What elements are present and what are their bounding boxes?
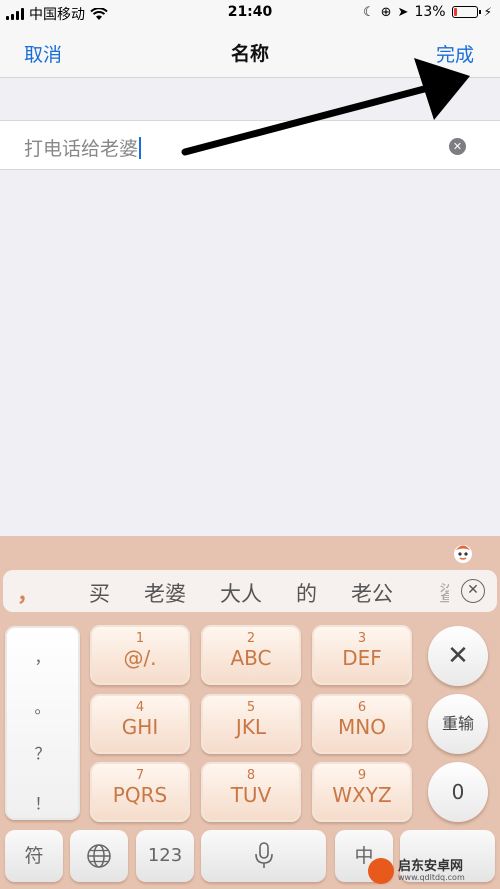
text-cursor	[139, 137, 142, 159]
microphone-icon	[254, 842, 273, 868]
delete-button[interactable]: ✕	[428, 626, 488, 686]
status-bar: 中国移动 21:40 ☾ ⊕ ➤ 13% ⚡	[0, 0, 500, 26]
key-number: 2	[246, 631, 256, 646]
key-4[interactable]: 4 GHI	[90, 694, 190, 754]
candidate-word[interactable]: 大人	[220, 578, 262, 608]
punct-comma[interactable]: ，	[7, 644, 78, 668]
key-1[interactable]: 1 @/.	[90, 625, 190, 685]
key-letters: PQRS	[112, 783, 168, 807]
clear-text-icon[interactable]: ✕	[449, 138, 466, 155]
zero-key[interactable]: 0	[428, 762, 488, 822]
candidate-word[interactable]: 买	[89, 578, 110, 608]
navigation-bar: 取消 名称 完成	[0, 26, 500, 78]
punctuation-column[interactable]: ， 。 ？ ！	[5, 626, 80, 820]
key-letters: TUV	[230, 783, 272, 807]
watermark-logo-icon	[368, 858, 394, 884]
key-number: 1	[135, 631, 145, 646]
candidate-comma[interactable]: ，	[17, 576, 39, 608]
globe-key[interactable]	[70, 830, 128, 882]
key-letters: JKL	[235, 715, 267, 739]
done-button[interactable]: 完成	[436, 40, 474, 67]
globe-icon	[87, 844, 111, 868]
key-9[interactable]: 9 WXYZ	[312, 762, 412, 822]
page-title: 名称	[230, 43, 269, 65]
key-number: 7	[135, 768, 145, 783]
key-number: 5	[246, 700, 256, 715]
charging-icon: ⚡	[483, 5, 492, 19]
key-number: 6	[357, 700, 367, 715]
key-number: 3	[357, 631, 367, 646]
key-letters: MNO	[338, 715, 386, 739]
watermark-url: www.qdltdq.com	[398, 873, 465, 882]
battery-percent: 13%	[414, 4, 446, 20]
key-6[interactable]: 6 MNO	[312, 694, 412, 754]
punct-exclamation[interactable]: ！	[7, 790, 78, 814]
key-letters: DEF	[342, 646, 382, 670]
orientation-lock-icon: ⊕	[380, 4, 392, 20]
candidate-word[interactable]: 老婆	[144, 578, 186, 608]
name-input-value: 打电话给老婆	[24, 138, 139, 160]
punct-period[interactable]: 。	[7, 694, 78, 718]
key-2[interactable]: 2 ABC	[201, 625, 301, 685]
candidate-word-partial[interactable]: 鲨	[439, 578, 449, 608]
location-icon: ➤	[397, 4, 409, 20]
close-candidates-icon[interactable]: ✕	[461, 579, 485, 603]
numbers-key[interactable]: 123	[136, 830, 194, 882]
key-5[interactable]: 5 JKL	[201, 694, 301, 754]
battery-icon	[451, 6, 481, 18]
key-3[interactable]: 3 DEF	[312, 625, 412, 685]
candidate-bar: ， 买 老婆 大人 的 老公 鲨 ✕	[3, 570, 497, 612]
key-letters: WXYZ	[332, 783, 392, 807]
cancel-button[interactable]: 取消	[24, 40, 62, 67]
watermark: 启东安卓网 www.qdltdq.com	[368, 858, 465, 884]
punct-question[interactable]: ？	[7, 740, 78, 764]
battery-fill	[453, 8, 457, 16]
symbol-key[interactable]: 符	[5, 830, 63, 882]
key-8[interactable]: 8 TUV	[201, 762, 301, 822]
watermark-name: 启东安卓网	[398, 859, 464, 874]
candidate-word[interactable]: 的	[296, 578, 317, 608]
keyboard-mascot-icon[interactable]	[452, 542, 474, 564]
retype-button[interactable]: 重输	[428, 694, 488, 754]
space-voice-key[interactable]	[201, 830, 326, 882]
key-letters: GHI	[121, 715, 159, 739]
moon-icon: ☾	[362, 4, 375, 20]
key-number: 9	[357, 768, 367, 783]
name-field-row[interactable]: 打电话给老婆 ✕	[0, 120, 500, 170]
key-number: 8	[246, 768, 256, 783]
key-letters: @/.	[123, 646, 157, 670]
key-number: 4	[135, 700, 145, 715]
key-7[interactable]: 7 PQRS	[90, 762, 190, 822]
name-input[interactable]: 打电话给老婆	[24, 134, 142, 161]
key-letters: ABC	[230, 646, 272, 670]
candidate-word[interactable]: 老公	[351, 578, 393, 608]
